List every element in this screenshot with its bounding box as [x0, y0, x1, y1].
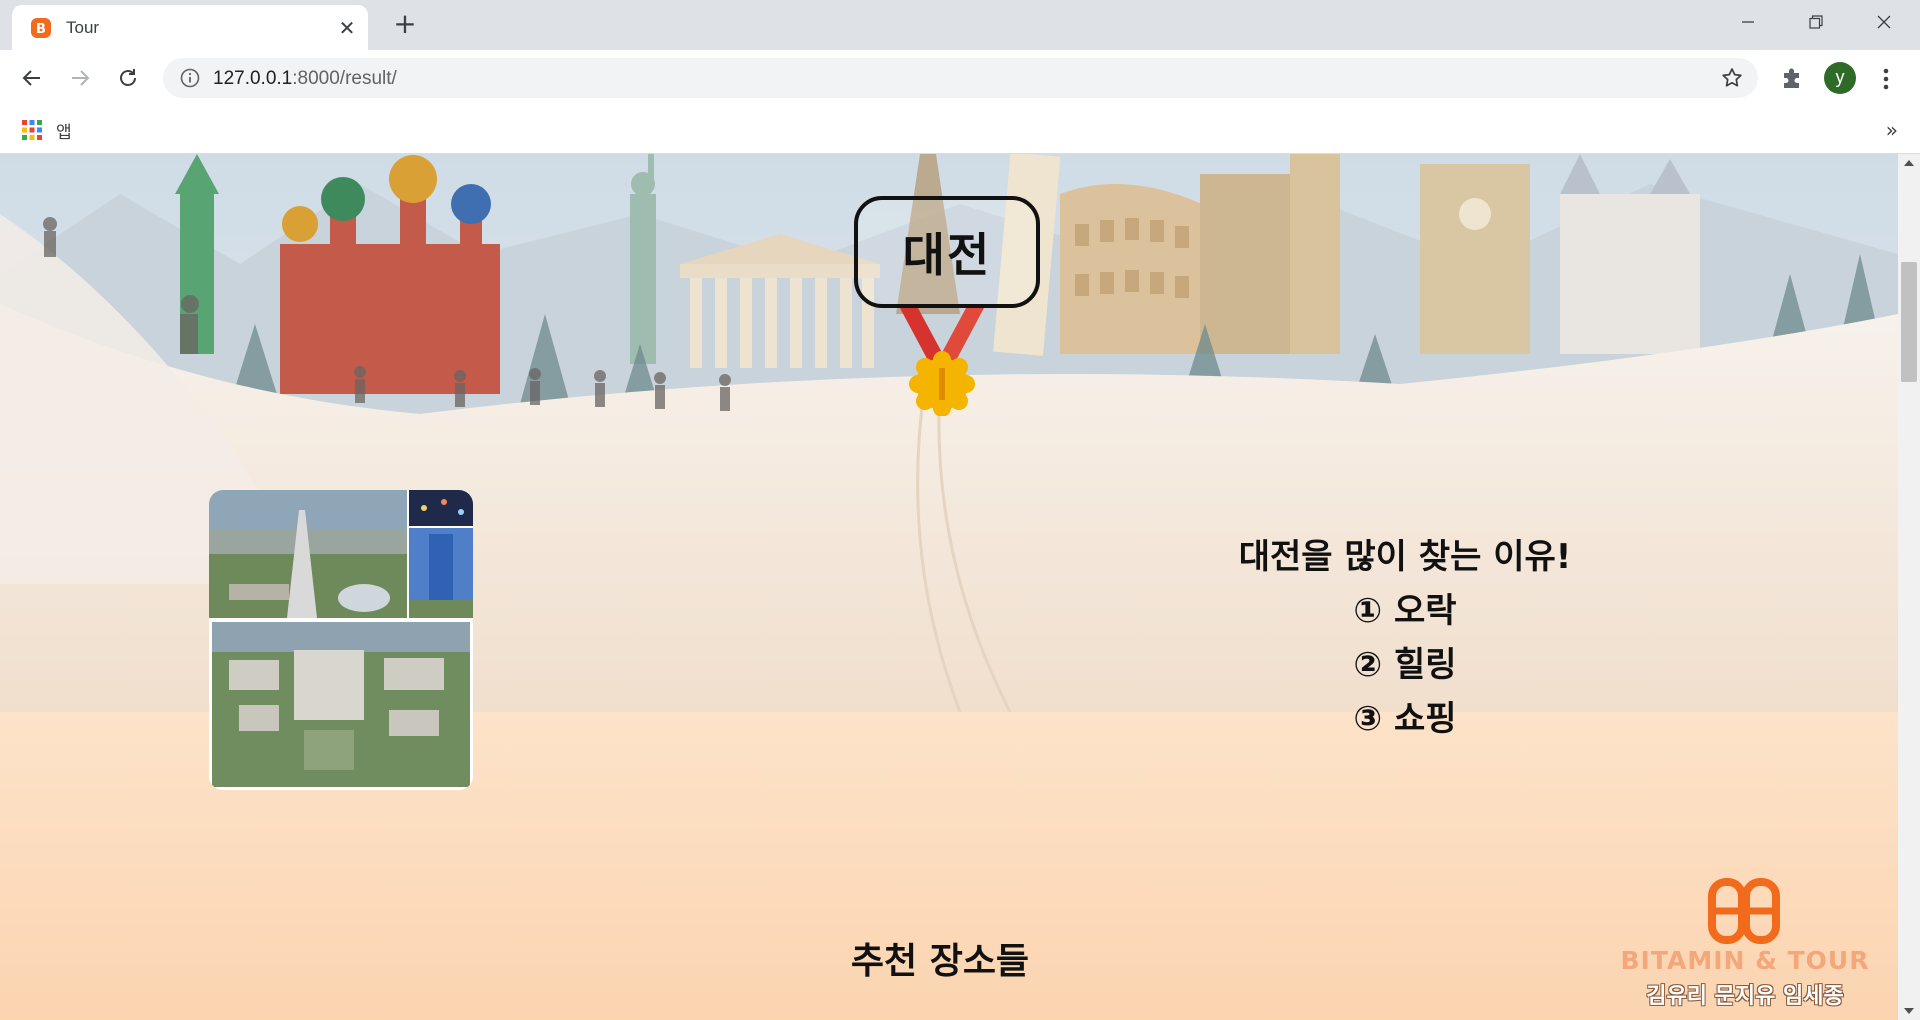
gold-medal-icon	[900, 308, 984, 416]
vertical-scrollbar[interactable]	[1898, 154, 1920, 1020]
recommended-places-title: 추천 장소들	[850, 941, 1030, 982]
tab-title: Tour	[66, 18, 100, 37]
bb-logo-icon	[1708, 878, 1780, 944]
minimize-icon	[1742, 21, 1754, 23]
scroll-up-arrow-icon[interactable]	[1904, 160, 1914, 166]
scrollbar-thumb[interactable]	[1901, 262, 1917, 382]
forward-button[interactable]	[64, 62, 96, 94]
close-window-button[interactable]	[1850, 0, 1918, 44]
svg-text:B: B	[36, 22, 46, 37]
restore-icon	[1809, 15, 1823, 29]
brand-watermark: BITAMIN & TOUR 김유리 문지유 임세종	[1620, 874, 1870, 1014]
info-icon[interactable]	[179, 67, 201, 89]
city-name-badge: 대전	[854, 196, 1040, 308]
brand-authors: 김유리 문지유 임세종	[1646, 984, 1844, 1009]
reload-icon	[120, 69, 136, 86]
reason-item: ③ 쇼핑	[1353, 699, 1457, 739]
bookmarks-bar: 앱 »	[0, 106, 1920, 154]
reason-item: ② 힐링	[1353, 645, 1457, 685]
bb-logo-icon: B	[31, 18, 51, 38]
apps-grid-icon[interactable]	[22, 120, 42, 140]
url-text: 127.0.0.1:8000/result/	[213, 68, 397, 90]
address-bar[interactable]: 127.0.0.1:8000/result/	[163, 58, 1758, 98]
forward-arrow-icon	[72, 70, 90, 86]
browser-tab[interactable]: B Tour ✕	[12, 5, 368, 50]
reasons-title: 대전을 많이 찾는 이유!	[1238, 537, 1572, 577]
restore-button[interactable]	[1782, 0, 1850, 44]
url-host: 127.0.0.1	[213, 68, 293, 89]
puzzle-icon[interactable]	[1776, 64, 1806, 94]
back-button[interactable]	[16, 62, 48, 94]
browser-toolbar: 127.0.0.1:8000/result/ y	[0, 50, 1920, 106]
city-name: 대전	[902, 228, 992, 282]
profile-avatar[interactable]: y	[1824, 62, 1856, 94]
reason-item: ① 오락	[1353, 591, 1457, 631]
close-icon	[1877, 15, 1891, 29]
kebab-menu-icon[interactable]	[1872, 64, 1900, 94]
brand-name: BITAMIN & TOUR	[1620, 946, 1870, 975]
back-arrow-icon	[22, 70, 40, 86]
url-path: :8000/result/	[292, 68, 397, 89]
star-icon[interactable]	[1720, 66, 1744, 90]
page-viewport: 대전 대전을 많이 찾는 이유! ① 오락 ② 힐링 ③ 쇼핑 추천 장소들 B…	[0, 154, 1898, 1020]
apps-bookmark-label[interactable]: 앱	[56, 118, 72, 143]
daejeon-photo-collage	[209, 490, 473, 790]
reload-button[interactable]	[112, 62, 144, 94]
scroll-down-arrow-icon[interactable]	[1904, 1008, 1914, 1014]
city-photo-collage	[209, 490, 473, 790]
minimize-button[interactable]	[1714, 0, 1782, 44]
bookmarks-overflow-button[interactable]: »	[1886, 118, 1898, 142]
new-tab-button[interactable]: +	[390, 10, 420, 40]
close-tab-icon[interactable]: ✕	[334, 15, 360, 41]
reasons-block: 대전을 많이 찾는 이유! ① 오락 ② 힐링 ③ 쇼핑	[1180, 530, 1630, 746]
tab-strip: B Tour ✕ +	[0, 0, 1920, 50]
